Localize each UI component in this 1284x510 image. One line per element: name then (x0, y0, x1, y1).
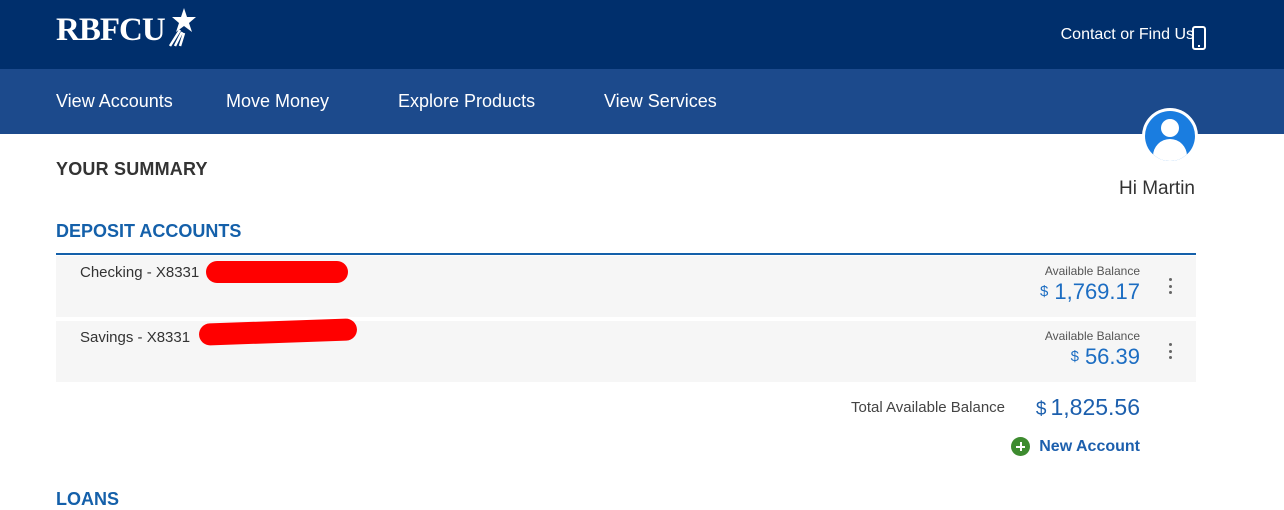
nav-explore-products[interactable]: Explore Products (398, 69, 535, 134)
balance-label: Available Balance (1044, 329, 1140, 343)
account-name[interactable]: Checking - X8331 (80, 264, 199, 281)
main-nav: View Accounts Move Money Explore Product… (0, 69, 1284, 134)
page-title: YOUR SUMMARY (56, 159, 208, 179)
account-row-savings[interactable]: Savings - X8331 Available Balance $ 56.3… (56, 318, 1196, 382)
contact-label: Contact or Find Us (1060, 25, 1194, 43)
redaction-mark (206, 261, 348, 283)
star-icon (168, 8, 196, 47)
section-divider (56, 253, 1196, 255)
nav-view-accounts[interactable]: View Accounts (56, 69, 173, 134)
new-account-button[interactable]: New Account (1011, 437, 1140, 456)
more-options-icon[interactable] (1166, 341, 1174, 361)
top-header: RBFCU Contact or Find Us (0, 0, 1284, 69)
total-balance-amount: 1,825.56 (1050, 394, 1140, 420)
total-balance: $ 1,825.56 (1036, 394, 1140, 421)
logo-text: RBFCU (56, 12, 166, 48)
account-balance: $ 56.39 (1071, 344, 1140, 370)
account-name[interactable]: Savings - X8331 (80, 329, 190, 346)
currency-symbol: $ (1070, 348, 1079, 365)
deposit-accounts-heading: DEPOSIT ACCOUNTS (56, 221, 242, 241)
nav-move-money[interactable]: Move Money (226, 69, 329, 134)
redaction-mark (198, 318, 358, 346)
balance-label: Available Balance (1044, 264, 1140, 278)
user-avatar[interactable] (1142, 108, 1198, 164)
user-profile-icon (1145, 111, 1195, 161)
new-account-label: New Account (1039, 437, 1140, 455)
currency-symbol: $ (1040, 283, 1049, 300)
account-balance: $ 1,769.17 (1040, 279, 1140, 305)
total-balance-label: Total Available Balance (851, 399, 1005, 416)
balance-amount: 56.39 (1084, 344, 1140, 369)
loans-heading: LOANS (56, 489, 119, 509)
account-row-checking[interactable]: Checking - X8331 Available Balance $ 1,7… (56, 256, 1196, 317)
contact-find-us-link[interactable]: Contact or Find Us (1061, 0, 1194, 69)
rbfcu-logo[interactable]: RBFCU (56, 8, 196, 48)
balance-amount: 1,769.17 (1054, 279, 1140, 304)
user-greeting: Hi Martin (1118, 178, 1195, 199)
nav-view-services[interactable]: View Services (604, 69, 717, 134)
more-options-icon[interactable] (1166, 276, 1174, 296)
mobile-phone-icon[interactable] (1192, 26, 1206, 50)
currency-symbol: $ (1035, 399, 1047, 420)
plus-circle-icon (1011, 437, 1031, 456)
